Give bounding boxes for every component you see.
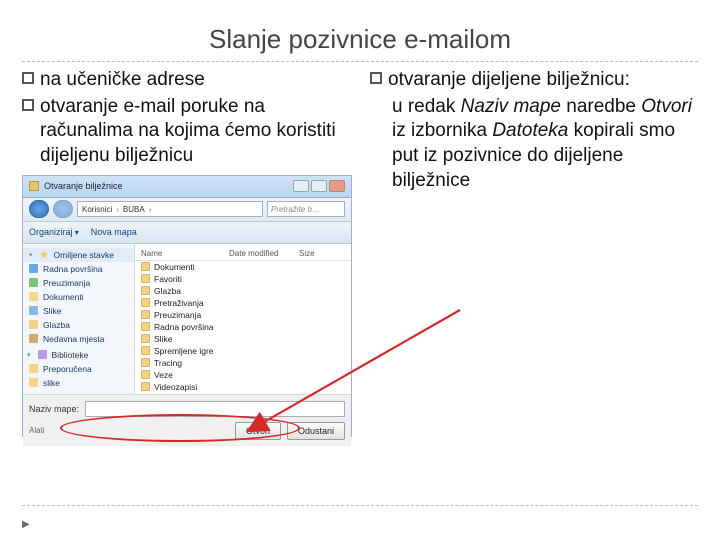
window-titlebar: Otvaranje bilježnice	[23, 176, 351, 198]
bullet-left-2: otvaranje e-mail poruke na računalima na…	[22, 95, 352, 169]
col-name[interactable]: Name	[141, 249, 229, 258]
sidebar-item[interactable]: ▾Omiljene stavke	[23, 248, 134, 262]
sidebar-item[interactable]: Preporučena	[23, 362, 134, 376]
folder-icon	[141, 346, 150, 355]
slide-indicator-icon: ▶	[22, 519, 30, 530]
app-icon	[29, 181, 39, 191]
maximize-button[interactable]	[311, 180, 327, 192]
folder-icon	[141, 262, 150, 271]
folder-icon	[29, 378, 38, 387]
sidebar-item[interactable]: Preuzimanja	[23, 276, 134, 290]
folder-icon	[141, 310, 150, 319]
folder-icon	[29, 364, 38, 373]
folder-icon	[141, 370, 150, 379]
list-item[interactable]: Favoriti	[135, 273, 351, 285]
folder-name-label: Naziv mape:	[29, 404, 79, 414]
divider-top	[22, 61, 698, 62]
pictures-icon	[29, 306, 38, 315]
chevron-right-icon: ›	[116, 205, 119, 214]
sidebar-item[interactable]: Glazba	[23, 318, 134, 332]
documents-icon	[29, 292, 38, 301]
libraries-icon	[38, 350, 47, 359]
downloads-icon	[29, 278, 38, 287]
chevron-right-icon: ›	[149, 205, 152, 214]
tools-menu[interactable]: Alati	[29, 426, 45, 435]
bullet-text: otvaranje dijeljene bilježnicu:	[388, 68, 698, 93]
divider-bottom	[22, 505, 698, 506]
sidebar-item[interactable]: slike	[23, 376, 134, 390]
new-folder-button[interactable]: Nova mapa	[91, 227, 137, 237]
star-icon	[40, 250, 49, 259]
bullet-text: otvaranje e-mail poruke na računalima na…	[40, 95, 352, 169]
list-header: Name Date modified Size	[135, 247, 351, 261]
sidebar-item[interactable]: Slike	[23, 304, 134, 318]
col-date[interactable]: Date modified	[229, 249, 299, 258]
nav-pane: ▾Omiljene stavke Radna površina Preuzima…	[23, 244, 135, 394]
bullet-right-1: otvaranje dijeljene bilježnicu:	[370, 68, 698, 93]
bullet-left-1: na učeničke adrese	[22, 68, 352, 93]
col-size[interactable]: Size	[299, 249, 337, 258]
breadcrumb[interactable]: Korisnici › BUBA ›	[77, 201, 263, 217]
folder-icon	[141, 322, 150, 331]
annotation-arrow	[240, 310, 480, 465]
bullet-square-icon	[22, 72, 34, 84]
desktop-icon	[29, 264, 38, 273]
bullet-square-icon	[22, 99, 34, 111]
navigation-bar: Korisnici › BUBA › Pretražite b…	[23, 198, 351, 222]
folder-icon	[29, 320, 38, 329]
search-input[interactable]: Pretražite b…	[267, 201, 345, 217]
folder-icon	[141, 274, 150, 283]
window-title: Otvaranje bilježnice	[44, 181, 123, 191]
sidebar-item[interactable]: Dokumenti	[23, 290, 134, 304]
sidebar-item[interactable]: Radna površina	[23, 262, 134, 276]
bullet-square-icon	[370, 72, 382, 84]
sidebar-item[interactable]: ▾Biblioteke	[23, 348, 134, 362]
minimize-button[interactable]	[293, 180, 309, 192]
organize-menu[interactable]: Organiziraj	[29, 227, 79, 237]
bullet-right-2: u redak Naziv mape naredbe Otvori iz izb…	[392, 95, 698, 194]
slide-title: Slanje pozivnice e-mailom	[22, 24, 698, 55]
list-item[interactable]: Pretraživanja	[135, 297, 351, 309]
folder-icon	[141, 334, 150, 343]
recent-icon	[29, 334, 38, 343]
breadcrumb-part: Korisnici	[82, 205, 112, 214]
breadcrumb-part: BUBA	[123, 205, 145, 214]
nav-forward-button[interactable]	[53, 200, 73, 218]
folder-icon	[141, 382, 150, 391]
window-buttons	[293, 180, 345, 192]
folder-icon	[141, 298, 150, 307]
list-item[interactable]: Glazba	[135, 285, 351, 297]
sidebar-item[interactable]: Nedavna mjesta	[23, 332, 134, 346]
folder-icon	[141, 358, 150, 367]
folder-icon	[141, 286, 150, 295]
bullet-text: na učeničke adrese	[40, 68, 352, 93]
toolbar: Organiziraj Nova mapa	[23, 222, 351, 244]
nav-back-button[interactable]	[29, 200, 49, 218]
list-item[interactable]: Dokumenti	[135, 261, 351, 273]
close-button[interactable]	[329, 180, 345, 192]
